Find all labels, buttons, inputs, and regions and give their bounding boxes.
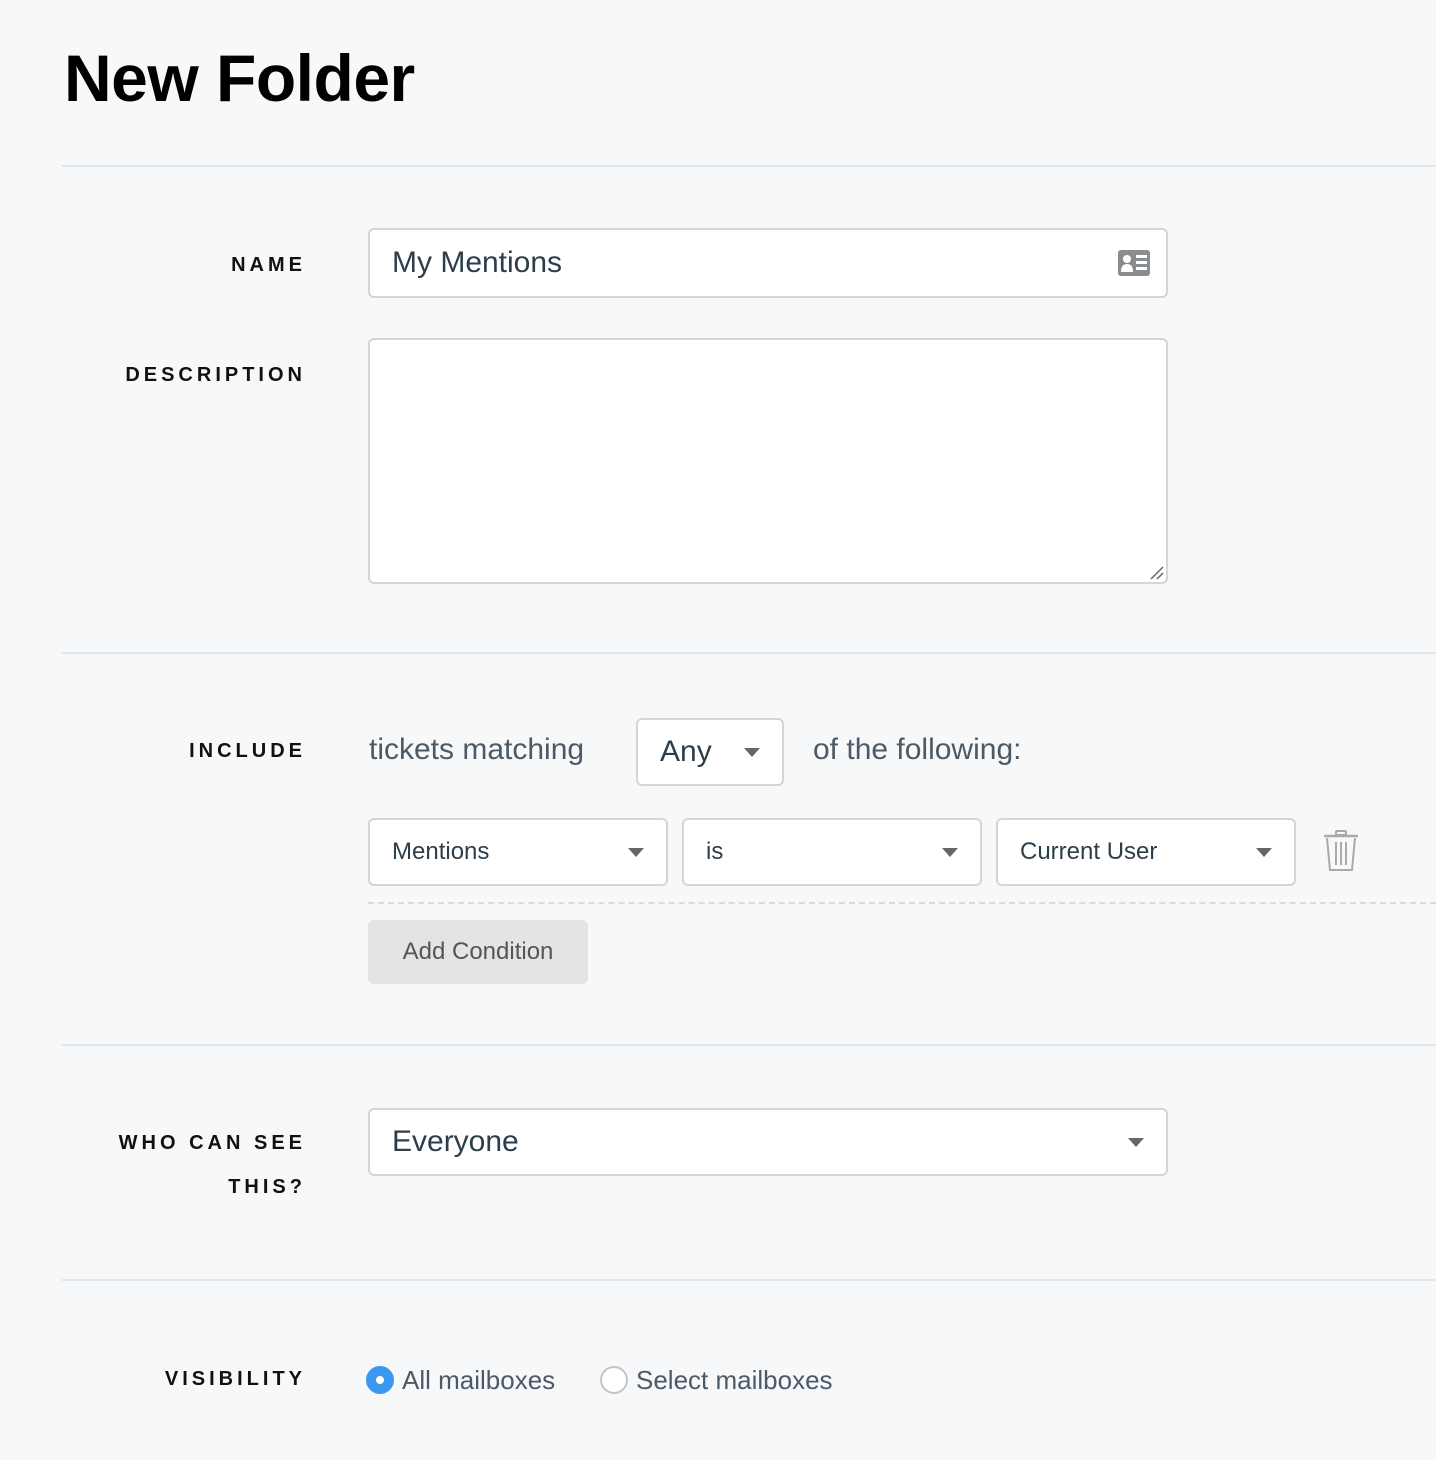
add-condition-button[interactable]: Add Condition [368,920,588,984]
chevron-down-icon [1128,1138,1144,1147]
include-label: INCLUDE [189,740,306,762]
include-suffix: of the following: [813,733,1022,766]
visibility-label: VISIBILITY [164,1368,306,1390]
contact-card-icon [1118,250,1150,276]
description-label: DESCRIPTION [125,364,306,386]
radio-all-mailboxes[interactable]: All mailboxes [366,1362,555,1398]
section-divider [62,1279,1436,1281]
section-divider [62,652,1436,654]
condition-value-select[interactable]: Current User [996,818,1296,886]
who-can-see-label-line1: WHO CAN SEE [118,1132,306,1154]
delete-condition-trash-icon[interactable] [1322,830,1360,872]
condition-separator [368,902,1436,904]
chevron-down-icon [942,848,958,857]
section-divider [62,165,1436,167]
include-prefix: tickets matching [369,733,585,766]
name-input[interactable]: My Mentions [368,228,1168,298]
condition-operator-select[interactable]: is [682,818,982,886]
section-divider [62,1044,1436,1046]
who-can-see-value: Everyone [392,1125,519,1158]
name-label: NAME [231,254,306,276]
condition-field-select[interactable]: Mentions [368,818,668,886]
resize-handle-icon[interactable] [1148,564,1164,580]
condition-operator-value: is [706,838,724,865]
who-can-see-select[interactable]: Everyone [368,1108,1168,1176]
name-input-value: My Mentions [392,246,563,279]
match-type-select[interactable]: Any [636,718,784,786]
page-title: New Folder [64,41,415,115]
chevron-down-icon [744,748,760,757]
radio-button-checked[interactable] [366,1366,394,1394]
radio-button-unchecked[interactable] [600,1366,628,1394]
chevron-down-icon [1256,848,1272,857]
condition-field-value: Mentions [392,838,490,865]
radio-label: All mailboxes [402,1364,556,1395]
match-type-value: Any [660,735,712,768]
chevron-down-icon [628,848,644,857]
who-can-see-label-line2: THIS? [228,1176,306,1198]
radio-select-mailboxes[interactable]: Select mailboxes [600,1362,833,1398]
description-textarea[interactable] [368,338,1168,584]
condition-value-value: Current User [1020,838,1158,865]
radio-label: Select mailboxes [636,1364,833,1395]
